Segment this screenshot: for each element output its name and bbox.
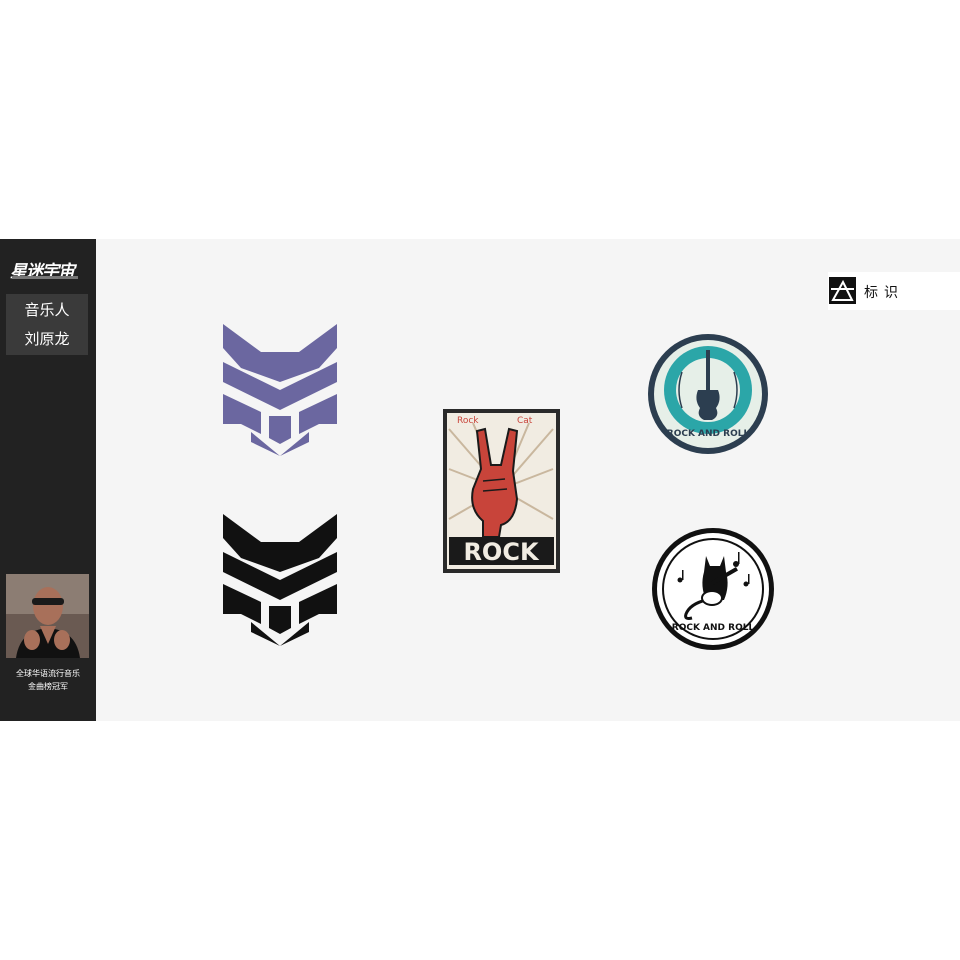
caption-line-2: 金曲榜冠军: [28, 682, 68, 691]
section-label-text: 标识: [864, 285, 904, 301]
wolf-logo-purple: [221, 324, 339, 456]
star-outline-icon: [829, 277, 856, 304]
brand-tagline-bar: [12, 276, 78, 279]
slide: 星迷宇宙 音乐人 刘原龙 全球华语流行音乐 金曲榜冠军 标识 Rock Cat …: [0, 239, 960, 721]
rock-and-roll-badge-cat: ROCK AND ROLL: [650, 526, 776, 652]
badge-cat-text: ROCK AND ROLL: [672, 623, 755, 633]
rock-cat-top-right: Cat: [517, 416, 533, 426]
rock-and-roll-badge-teal: ROCK AND ROLL: [646, 332, 770, 456]
rock-cat-top-left: Rock: [457, 416, 479, 426]
artist-name: 刘原龙: [24, 330, 70, 348]
wolf-logo-black: [221, 514, 339, 646]
artist-name-box: 音乐人 刘原龙: [6, 294, 88, 355]
badge-teal-text: ROCK AND ROLL: [667, 429, 750, 439]
sidebar: 星迷宇宙 音乐人 刘原龙 全球华语流行音乐 金曲榜冠军: [0, 239, 96, 721]
rock-cat-poster: Rock Cat ROCK: [443, 409, 560, 573]
section-label: 标识: [828, 272, 960, 310]
rock-cat-word: ROCK: [463, 538, 539, 566]
artist-caption: 全球华语流行音乐 金曲榜冠军: [0, 667, 96, 693]
artist-photo: [6, 574, 89, 658]
artist-role: 音乐人: [24, 301, 70, 319]
caption-line-1: 全球华语流行音乐: [16, 669, 80, 678]
